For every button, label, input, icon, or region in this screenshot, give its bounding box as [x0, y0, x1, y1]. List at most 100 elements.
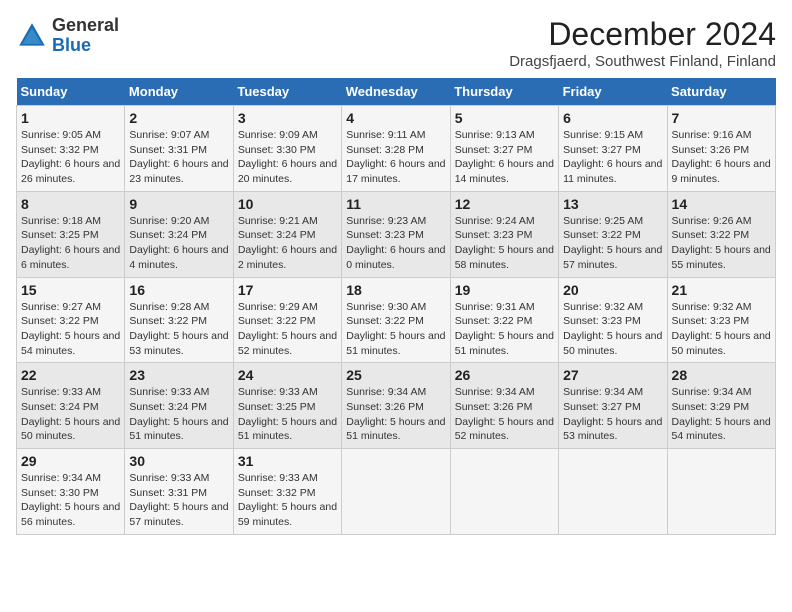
day-info: Sunrise: 9:33 AM Sunset: 3:24 PM Dayligh… — [21, 385, 120, 444]
calendar-cell: 3Sunrise: 9:09 AM Sunset: 3:30 PM Daylig… — [233, 106, 341, 192]
header-day-saturday: Saturday — [667, 78, 775, 106]
calendar-body: 1 Sunrise: 9:05 AM Sunset: 3:32 PM Daylig… — [17, 106, 776, 535]
calendar-cell: 22 Sunrise: 9:33 AM Sunset: 3:24 PM Dayli… — [17, 363, 125, 449]
calendar-cell: 26 Sunrise: 9:34 AM Sunset: 3:26 PM Dayli… — [450, 363, 558, 449]
calendar-cell: 29Sunrise: 9:34 AM Sunset: 3:30 PM Dayli… — [17, 449, 125, 535]
calendar-cell — [342, 449, 450, 535]
calendar-cell: 23 Sunrise: 9:33 AM Sunset: 3:24 PM Dayli… — [125, 363, 233, 449]
day-number: 17 — [238, 282, 337, 298]
day-number: 22 — [21, 367, 120, 383]
calendar-cell: 21 Sunrise: 9:32 AM Sunset: 3:23 PM Dayli… — [667, 277, 775, 363]
header-day-monday: Monday — [125, 78, 233, 106]
day-info: Sunrise: 9:27 AM Sunset: 3:22 PM Dayligh… — [21, 300, 120, 359]
calendar-week-2: 8 Sunrise: 9:18 AM Sunset: 3:25 PM Daylig… — [17, 191, 776, 277]
page-header: General Blue December 2024 Dragsfjaerd, … — [16, 16, 776, 70]
header-row: SundayMondayTuesdayWednesdayThursdayFrid… — [17, 78, 776, 106]
calendar-cell: 7Sunrise: 9:16 AM Sunset: 3:26 PM Daylig… — [667, 106, 775, 192]
day-number: 24 — [238, 367, 337, 383]
calendar-week-4: 22 Sunrise: 9:33 AM Sunset: 3:24 PM Dayli… — [17, 363, 776, 449]
calendar-cell: 24Sunrise: 9:33 AM Sunset: 3:25 PM Dayli… — [233, 363, 341, 449]
calendar-cell: 13 Sunrise: 9:25 AM Sunset: 3:22 PM Dayli… — [559, 191, 667, 277]
calendar-cell — [667, 449, 775, 535]
page-subtitle: Dragsfjaerd, Southwest Finland, Finland — [509, 53, 776, 70]
calendar-cell: 28Sunrise: 9:34 AM Sunset: 3:29 PM Dayli… — [667, 363, 775, 449]
day-number: 4 — [346, 110, 445, 126]
day-number: 23 — [129, 367, 228, 383]
day-info: Sunrise: 9:18 AM Sunset: 3:25 PM Dayligh… — [21, 214, 120, 273]
day-info: Sunrise: 9:24 AM Sunset: 3:23 PM Dayligh… — [455, 214, 554, 273]
calendar-cell: 10Sunrise: 9:21 AM Sunset: 3:24 PM Dayli… — [233, 191, 341, 277]
day-number: 18 — [346, 282, 445, 298]
day-number: 9 — [129, 196, 228, 212]
calendar-cell: 19Sunrise: 9:31 AM Sunset: 3:22 PM Dayli… — [450, 277, 558, 363]
day-number: 31 — [238, 453, 337, 469]
header-day-tuesday: Tuesday — [233, 78, 341, 106]
day-info: Sunrise: 9:33 AM Sunset: 3:31 PM Dayligh… — [129, 471, 228, 530]
day-number: 6 — [563, 110, 662, 126]
calendar-cell: 27 Sunrise: 9:34 AM Sunset: 3:27 PM Dayli… — [559, 363, 667, 449]
day-number: 21 — [672, 282, 771, 298]
day-number: 20 — [563, 282, 662, 298]
day-number: 3 — [238, 110, 337, 126]
day-number: 1 — [21, 110, 120, 126]
day-info: Sunrise: 9:33 AM Sunset: 3:24 PM Dayligh… — [129, 385, 228, 444]
day-number: 14 — [672, 196, 771, 212]
day-info: Sunrise: 9:05 AM Sunset: 3:32 PM Dayligh… — [21, 128, 120, 187]
calendar-cell: 25 Sunrise: 9:34 AM Sunset: 3:26 PM Dayli… — [342, 363, 450, 449]
day-number: 13 — [563, 196, 662, 212]
day-info: Sunrise: 9:34 AM Sunset: 3:26 PM Dayligh… — [455, 385, 554, 444]
day-info: Sunrise: 9:34 AM Sunset: 3:27 PM Dayligh… — [563, 385, 662, 444]
day-number: 16 — [129, 282, 228, 298]
day-number: 15 — [21, 282, 120, 298]
calendar-cell: 14 Sunrise: 9:26 AM Sunset: 3:22 PM Dayli… — [667, 191, 775, 277]
day-info: Sunrise: 9:29 AM Sunset: 3:22 PM Dayligh… — [238, 300, 337, 359]
day-info: Sunrise: 9:34 AM Sunset: 3:30 PM Dayligh… — [21, 471, 120, 530]
day-number: 2 — [129, 110, 228, 126]
day-info: Sunrise: 9:30 AM Sunset: 3:22 PM Dayligh… — [346, 300, 445, 359]
day-info: Sunrise: 9:34 AM Sunset: 3:26 PM Dayligh… — [346, 385, 445, 444]
day-info: Sunrise: 9:31 AM Sunset: 3:22 PM Dayligh… — [455, 300, 554, 359]
header-day-friday: Friday — [559, 78, 667, 106]
calendar-cell: 17 Sunrise: 9:29 AM Sunset: 3:22 PM Dayli… — [233, 277, 341, 363]
calendar-cell — [559, 449, 667, 535]
day-number: 12 — [455, 196, 554, 212]
calendar-cell: 4 Sunrise: 9:11 AM Sunset: 3:28 PM Daylig… — [342, 106, 450, 192]
day-info: Sunrise: 9:28 AM Sunset: 3:22 PM Dayligh… — [129, 300, 228, 359]
day-number: 27 — [563, 367, 662, 383]
calendar-cell: 2Sunrise: 9:07 AM Sunset: 3:31 PM Daylig… — [125, 106, 233, 192]
calendar-week-1: 1 Sunrise: 9:05 AM Sunset: 3:32 PM Daylig… — [17, 106, 776, 192]
calendar-header: SundayMondayTuesdayWednesdayThursdayFrid… — [17, 78, 776, 106]
day-info: Sunrise: 9:25 AM Sunset: 3:22 PM Dayligh… — [563, 214, 662, 273]
calendar-cell: 31 Sunrise: 9:33 AM Sunset: 3:32 PM Dayli… — [233, 449, 341, 535]
calendar-cell: 9 Sunrise: 9:20 AM Sunset: 3:24 PM Daylig… — [125, 191, 233, 277]
day-info: Sunrise: 9:32 AM Sunset: 3:23 PM Dayligh… — [563, 300, 662, 359]
header-day-sunday: Sunday — [17, 78, 125, 106]
day-number: 5 — [455, 110, 554, 126]
day-info: Sunrise: 9:32 AM Sunset: 3:23 PM Dayligh… — [672, 300, 771, 359]
day-info: Sunrise: 9:21 AM Sunset: 3:24 PM Dayligh… — [238, 214, 337, 273]
day-number: 30 — [129, 453, 228, 469]
day-number: 7 — [672, 110, 771, 126]
calendar-cell: 30 Sunrise: 9:33 AM Sunset: 3:31 PM Dayli… — [125, 449, 233, 535]
calendar-cell: 16 Sunrise: 9:28 AM Sunset: 3:22 PM Dayli… — [125, 277, 233, 363]
calendar-cell: 8 Sunrise: 9:18 AM Sunset: 3:25 PM Daylig… — [17, 191, 125, 277]
day-number: 8 — [21, 196, 120, 212]
day-info: Sunrise: 9:26 AM Sunset: 3:22 PM Dayligh… — [672, 214, 771, 273]
title-area: December 2024 Dragsfjaerd, Southwest Fin… — [509, 16, 776, 70]
logo-icon — [16, 20, 48, 52]
day-info: Sunrise: 9:20 AM Sunset: 3:24 PM Dayligh… — [129, 214, 228, 273]
day-info: Sunrise: 9:11 AM Sunset: 3:28 PM Dayligh… — [346, 128, 445, 187]
logo-text: General Blue — [52, 16, 119, 56]
calendar-week-5: 29Sunrise: 9:34 AM Sunset: 3:30 PM Dayli… — [17, 449, 776, 535]
calendar-cell: 20 Sunrise: 9:32 AM Sunset: 3:23 PM Dayli… — [559, 277, 667, 363]
calendar-cell: 18 Sunrise: 9:30 AM Sunset: 3:22 PM Dayli… — [342, 277, 450, 363]
calendar-cell: 5Sunrise: 9:13 AM Sunset: 3:27 PM Daylig… — [450, 106, 558, 192]
day-number: 11 — [346, 196, 445, 212]
day-number: 26 — [455, 367, 554, 383]
calendar-cell: 11Sunrise: 9:23 AM Sunset: 3:23 PM Dayli… — [342, 191, 450, 277]
day-number: 28 — [672, 367, 771, 383]
day-number: 25 — [346, 367, 445, 383]
day-info: Sunrise: 9:33 AM Sunset: 3:32 PM Dayligh… — [238, 471, 337, 530]
calendar-cell: 6Sunrise: 9:15 AM Sunset: 3:27 PM Daylig… — [559, 106, 667, 192]
logo: General Blue — [16, 16, 119, 56]
